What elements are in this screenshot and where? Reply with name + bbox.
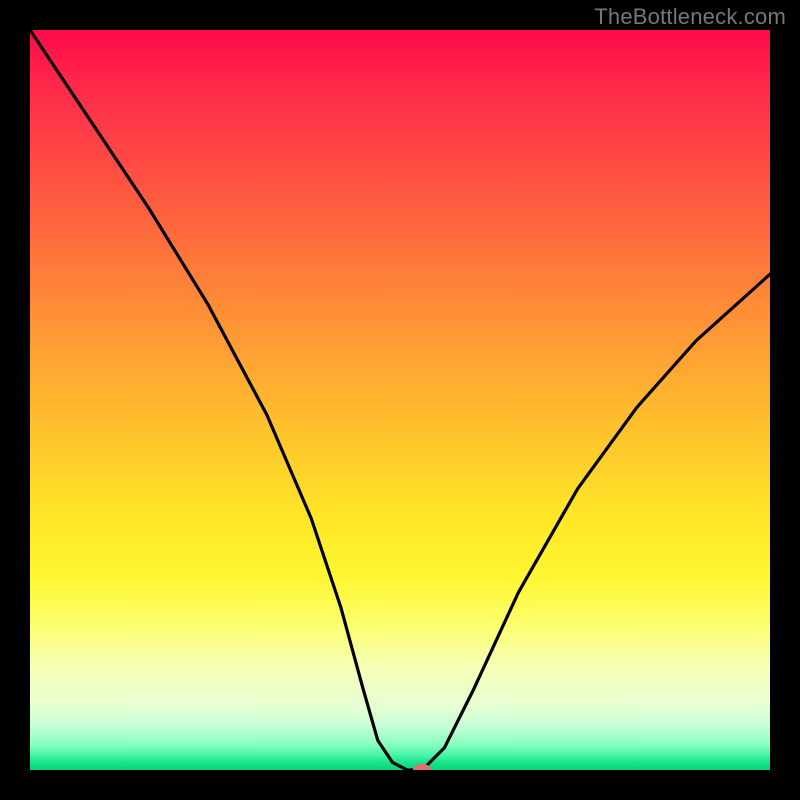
valley-marker (413, 764, 431, 770)
curve-path (30, 30, 770, 770)
chart-stage: TheBottleneck.com (0, 0, 800, 800)
bottleneck-curve (30, 30, 770, 770)
watermark-label: TheBottleneck.com (594, 4, 786, 30)
plot-area (30, 30, 770, 770)
